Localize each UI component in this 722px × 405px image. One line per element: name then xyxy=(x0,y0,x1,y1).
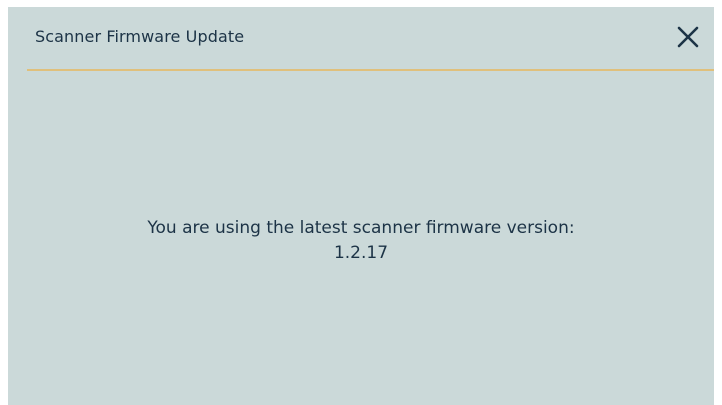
close-icon xyxy=(677,26,699,48)
firmware-update-dialog: Scanner Firmware Update You are using th… xyxy=(8,7,714,405)
message-area: You are using the latest scanner firmwar… xyxy=(8,71,714,405)
firmware-status-message: You are using the latest scanner firmwar… xyxy=(147,218,575,238)
close-button[interactable] xyxy=(675,24,701,50)
firmware-version-value: 1.2.17 xyxy=(333,243,389,263)
dialog-header: Scanner Firmware Update xyxy=(8,7,714,70)
dialog-title: Scanner Firmware Update xyxy=(35,27,245,46)
